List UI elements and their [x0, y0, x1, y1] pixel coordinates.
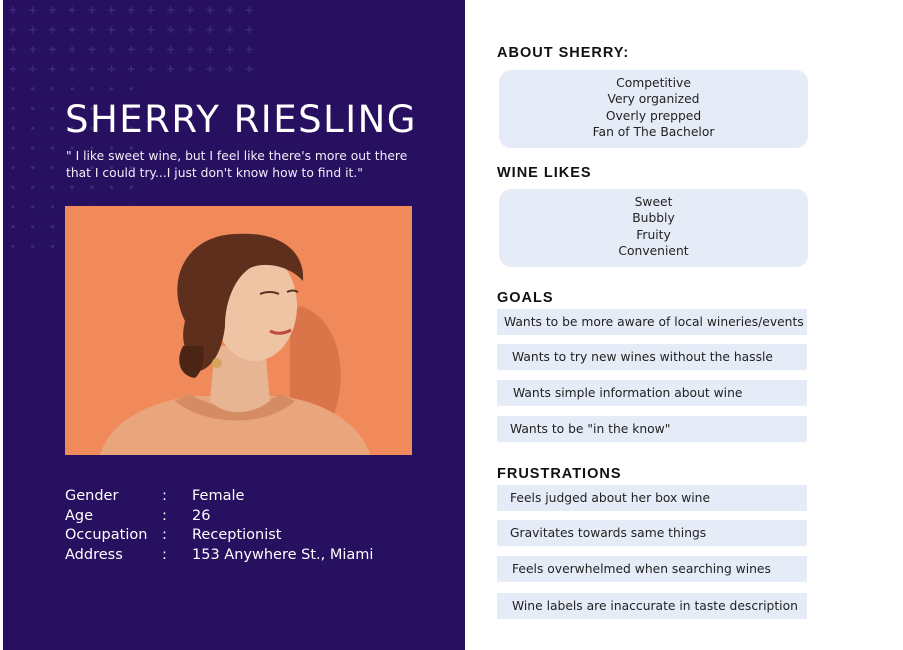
- persona-panel: SHERRY RIESLING " I like sweet wine, but…: [3, 0, 465, 650]
- detail-colon: :: [162, 488, 167, 504]
- detail-colon: :: [162, 527, 167, 544]
- persona-name: SHERRY RIESLING: [65, 98, 417, 141]
- detail-label: Address: [65, 547, 123, 564]
- about-item: Competitive: [616, 76, 691, 90]
- frustration-item: Feels judged about her box wine: [497, 485, 807, 511]
- portrait-image: [65, 206, 412, 455]
- detail-label: Occupation: [65, 527, 148, 544]
- detail-colon: :: [162, 507, 167, 524]
- likes-item: Sweet: [634, 195, 673, 209]
- detail-label: Gender: [65, 488, 119, 504]
- persona-photo: [65, 206, 412, 455]
- goals-heading: GOALS: [497, 290, 554, 306]
- likes-item: Bubbly: [632, 211, 675, 226]
- detail-label: Age: [65, 507, 94, 524]
- about-item: Very organized: [607, 92, 700, 107]
- about-item: Fan of The Bachelor: [592, 124, 715, 139]
- detail-colon: :: [162, 547, 167, 564]
- detail-value: 153 Anywhere St., Miami: [192, 547, 374, 564]
- goal-item: Wants to be more aware of local wineries…: [497, 309, 807, 335]
- frustration-item: Feels overwhelmed when searching wines: [497, 556, 807, 582]
- frustration-item: Gravitates towards same things: [497, 520, 807, 546]
- detail-value: Receptionist: [192, 527, 282, 544]
- about-item: Overly prepped: [605, 108, 702, 123]
- about-heading: ABOUT SHERRY:: [497, 45, 630, 61]
- likes-box: Sweet Bubbly Fruity Convenient: [499, 189, 808, 267]
- frustration-item: Wine labels are inaccurate in taste desc…: [497, 593, 807, 619]
- frustrations-heading: FRUSTRATIONS: [497, 466, 622, 482]
- about-box: Competitive Very organized Overly preppe…: [499, 70, 808, 148]
- likes-item: Convenient: [618, 243, 689, 258]
- persona-quote: " I like sweet wine, but I feel like the…: [66, 149, 408, 180]
- goal-item: Wants to try new wines without the hassl…: [497, 344, 807, 370]
- goal-item: Wants simple information about wine: [497, 380, 807, 406]
- likes-heading: WINE LIKES: [497, 165, 592, 181]
- detail-value: Female: [192, 488, 245, 504]
- detail-value: 26: [192, 507, 211, 524]
- goal-item: Wants to be "in the know": [497, 416, 807, 442]
- likes-item: Fruity: [636, 227, 671, 242]
